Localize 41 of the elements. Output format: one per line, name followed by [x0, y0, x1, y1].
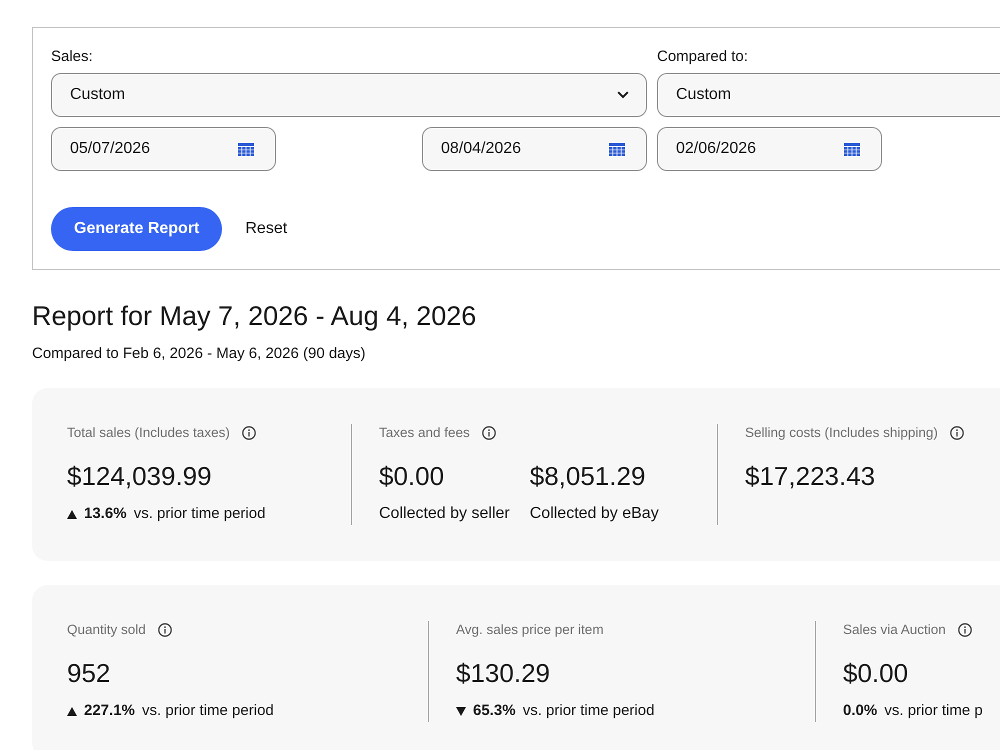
up-triangle-icon	[67, 510, 77, 518]
calendar-icon[interactable]	[238, 142, 254, 156]
reset-button[interactable]: Reset	[245, 217, 288, 241]
field-label: Sales:	[51, 47, 94, 67]
metric-value: $124,039.99	[67, 460, 212, 493]
metric-value: 952	[67, 657, 110, 690]
metric-label: Selling costs (Includes shipping)	[745, 424, 938, 442]
report-subtitle: Compared to Feb 6, 2026 - May 6, 2026 (90 days)	[32, 344, 367, 364]
metric-label: Taxes and fees	[379, 424, 470, 442]
info-icon[interactable]	[242, 426, 256, 440]
calendar-icon[interactable]	[609, 142, 625, 156]
metric-caption: Collected by seller	[379, 504, 510, 524]
change-text: 227.1% vs. prior time period	[84, 701, 274, 721]
date-field[interactable]: 02/06/2026	[657, 127, 882, 171]
info-icon[interactable]	[482, 426, 496, 440]
field-label: Compared to:	[657, 47, 749, 67]
metric-value: $17,223.43	[745, 460, 876, 493]
metric-label: Sales via Auction	[843, 621, 946, 639]
metric-value: $8,051.29	[530, 460, 646, 493]
metric-caption: Collected by eBay	[530, 504, 659, 524]
period-select[interactable]: Custom	[51, 73, 647, 117]
change-text: 13.6% vs. prior time period	[84, 504, 266, 524]
date-field[interactable]: 08/04/2026	[422, 127, 647, 171]
metric-label: Quantity sold	[67, 621, 146, 639]
info-icon[interactable]	[950, 426, 964, 440]
metric-value: $0.00	[843, 657, 908, 690]
down-triangle-icon	[456, 706, 466, 716]
metric-value: $0.00	[379, 460, 446, 493]
change-text: 65.3% vs. prior time period	[473, 701, 654, 721]
up-triangle-icon	[67, 706, 77, 716]
info-icon[interactable]	[958, 623, 972, 637]
change-text: 0.0% vs. prior time p	[843, 701, 983, 721]
report-title: Report for May 7, 2026 - Aug 4, 2026	[32, 300, 478, 333]
metric-label: Avg. sales price per item	[456, 621, 604, 639]
generate-report-button[interactable]: Generate Report	[51, 207, 222, 251]
calendar-icon[interactable]	[844, 142, 860, 156]
date-field[interactable]: 05/07/2026	[51, 127, 276, 171]
info-icon[interactable]	[158, 623, 172, 637]
metric-label: Total sales (Includes taxes)	[67, 424, 230, 442]
metric-value: $130.29	[456, 657, 550, 690]
period-select[interactable]: Custom	[657, 73, 1000, 117]
